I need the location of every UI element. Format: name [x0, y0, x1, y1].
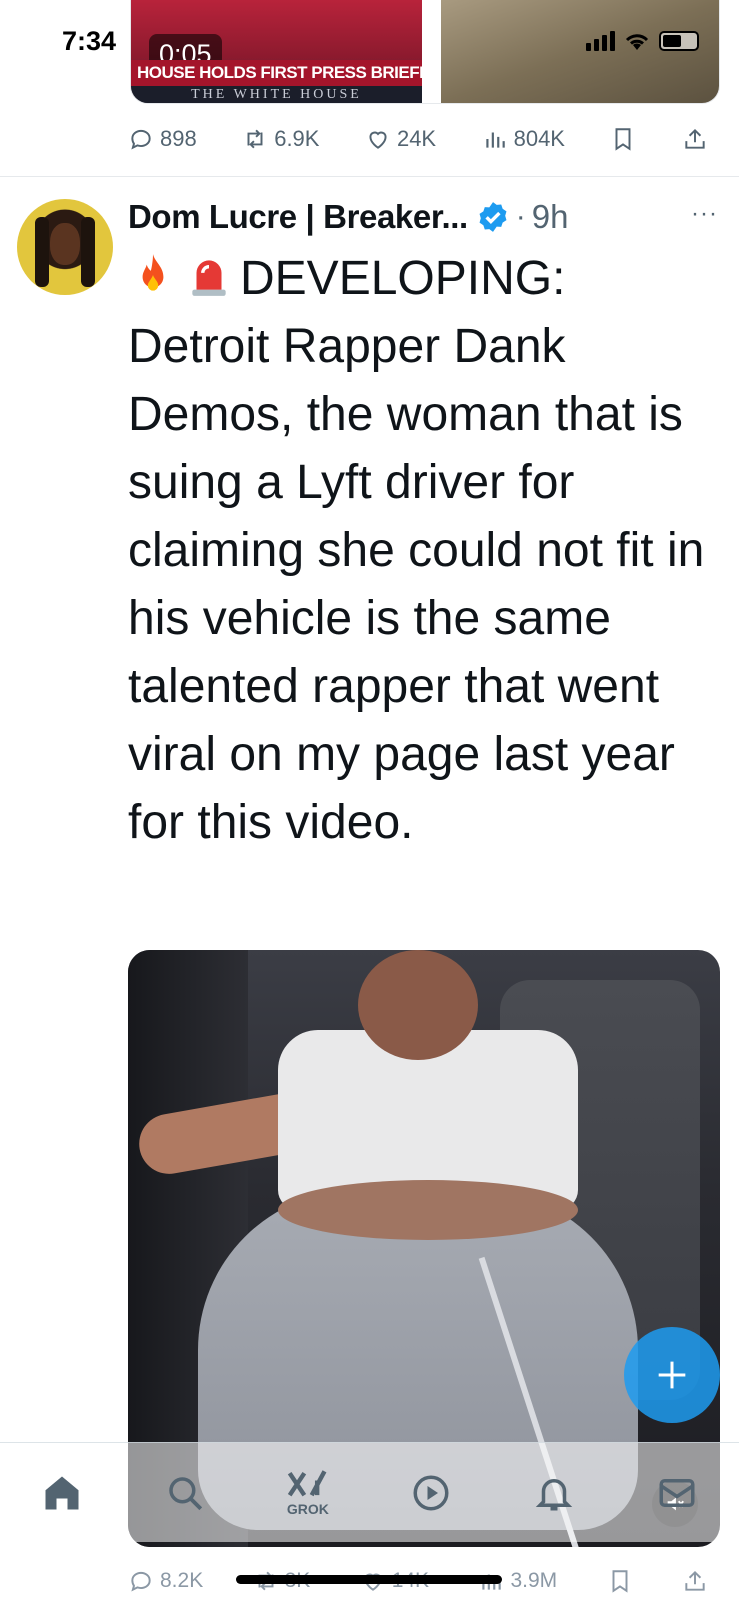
- nav-home[interactable]: [32, 1463, 92, 1523]
- tweet-time[interactable]: 9h: [532, 198, 569, 236]
- views-count: 3.9M: [510, 1569, 558, 1592]
- previous-media-card[interactable]: 0:05 HOUSE HOLDS FIRST PRESS BRIEFIN THE…: [130, 0, 720, 104]
- previous-tweet-actions: 898 6.9K 24K 804K: [128, 126, 708, 152]
- grok-icon: [287, 1469, 327, 1496]
- status-time: 7:34: [62, 26, 117, 56]
- desert-photo[interactable]: [441, 0, 719, 103]
- tweet-header: Dom Lucre | Breaker... · 9h ···: [128, 196, 718, 238]
- reply-button[interactable]: 8.2K: [128, 1568, 203, 1594]
- more-options-icon[interactable]: ···: [691, 200, 718, 228]
- reply-icon: [131, 129, 151, 150]
- reply-button[interactable]: 898: [128, 126, 197, 152]
- share-icon: [685, 1570, 705, 1591]
- messages-icon: [659, 1478, 695, 1507]
- media-gap: [422, 0, 441, 103]
- like-count: 24K: [396, 126, 437, 151]
- views-button[interactable]: 804K: [482, 126, 565, 152]
- signal-icon: [586, 31, 615, 51]
- bookmark-icon: [615, 128, 631, 151]
- repost-button[interactable]: 6.9K: [242, 126, 319, 152]
- reply-count: 8.2K: [160, 1569, 204, 1592]
- nav-grok[interactable]: GROK: [278, 1463, 338, 1523]
- news-chyron-sub: THE WHITE HOUSE: [131, 86, 422, 103]
- grok-label: GROK: [286, 1500, 329, 1517]
- press-briefing-video[interactable]: 0:05 HOUSE HOLDS FIRST PRESS BRIEFIN THE…: [131, 0, 422, 103]
- video-icon: [413, 1475, 449, 1510]
- separator-dot: ·: [515, 200, 526, 233]
- share-button[interactable]: [682, 1568, 708, 1594]
- bookmark-icon: [612, 1570, 628, 1593]
- siren-icon: [192, 260, 226, 296]
- verified-badge-icon: [479, 202, 507, 232]
- repost-count: 6.9K: [274, 126, 320, 151]
- plus-icon: [658, 1361, 686, 1389]
- search-icon: [168, 1476, 202, 1510]
- fire-icon: [142, 254, 164, 291]
- tweet-body: DEVELOPING: Detroit Rapper Dank Demos, t…: [128, 252, 705, 849]
- reply-count: 898: [160, 126, 197, 151]
- reply-icon: [131, 1571, 151, 1592]
- avatar[interactable]: [17, 199, 113, 295]
- repost-icon: [247, 129, 263, 149]
- tweet-text: DEVELOPING: Detroit Rapper Dank Demos, t…: [128, 245, 718, 857]
- tweet-divider: [0, 176, 739, 177]
- nav-messages[interactable]: [647, 1463, 707, 1523]
- nav-video[interactable]: [401, 1463, 461, 1523]
- bottom-nav: GROK: [0, 1442, 739, 1542]
- battery-icon: [659, 31, 699, 51]
- views-icon: [485, 132, 505, 148]
- heart-icon: [369, 131, 387, 149]
- nav-notifications[interactable]: [524, 1463, 584, 1523]
- status-icons: [586, 30, 699, 52]
- views-count: 804K: [513, 126, 565, 151]
- share-button[interactable]: [682, 126, 708, 152]
- wifi-icon: [625, 34, 649, 50]
- nav-search[interactable]: [155, 1463, 215, 1523]
- share-icon: [685, 128, 705, 149]
- compose-button[interactable]: [624, 1327, 720, 1423]
- news-chyron: HOUSE HOLDS FIRST PRESS BRIEFIN: [131, 60, 422, 86]
- bookmark-button[interactable]: [610, 126, 636, 152]
- home-indicator[interactable]: [236, 1575, 502, 1584]
- notifications-icon: [535, 1478, 573, 1510]
- author-name[interactable]: Dom Lucre | Breaker...: [128, 198, 468, 236]
- bookmark-button[interactable]: [607, 1568, 633, 1594]
- home-icon: [45, 1476, 79, 1509]
- like-button[interactable]: 24K: [365, 126, 436, 152]
